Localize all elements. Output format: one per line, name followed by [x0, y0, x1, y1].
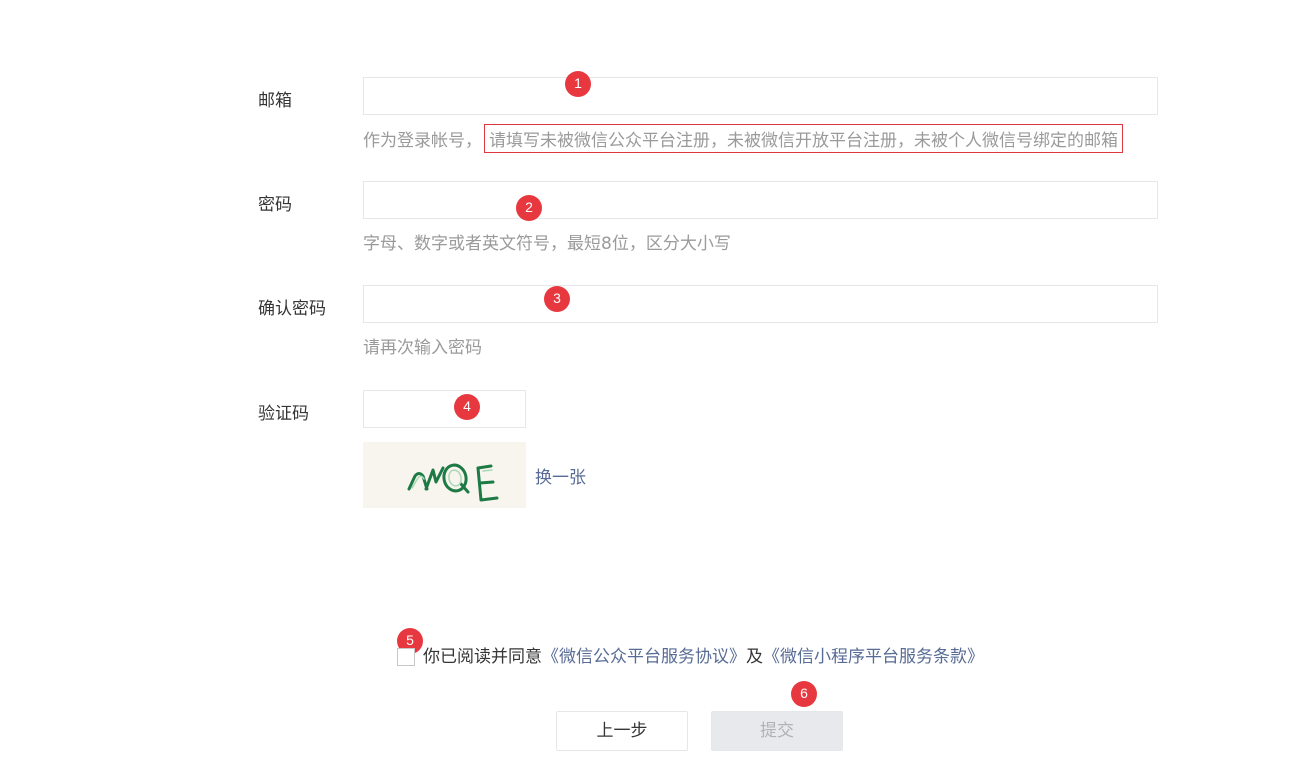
service-agreement-link[interactable]: 《微信公众平台服务协议》	[542, 647, 746, 667]
confirm-password-input[interactable]	[363, 285, 1158, 323]
agreement-text: 你已阅读并同意	[423, 647, 542, 667]
captcha-image[interactable]	[363, 442, 526, 508]
confirm-password-label: 确认密码	[258, 299, 326, 319]
captcha-glyphs	[407, 463, 499, 502]
confirm-password-hint: 请再次输入密码	[363, 338, 482, 358]
miniprogram-terms-link[interactable]: 《微信小程序平台服务条款》	[763, 647, 984, 667]
captcha-label: 验证码	[258, 404, 309, 424]
previous-step-button[interactable]: 上一步	[556, 711, 688, 751]
agreement-row: 你已阅读并同意《微信公众平台服务协议》及《微信小程序平台服务条款》	[397, 642, 984, 667]
annotation-badge-3: 3	[544, 286, 570, 312]
password-hint: 字母、数字或者英文符号，最短8位，区分大小写	[363, 234, 731, 254]
annotation-badge-4: 4	[454, 394, 480, 420]
captcha-refresh-link[interactable]: 换一张	[535, 463, 586, 488]
register-page: 邮箱 作为登录帐号， 请填写未被微信公众平台注册，未被微信开放平台注册，未被个人微…	[0, 0, 1305, 772]
annotation-badge-1: 1	[565, 71, 591, 97]
password-label: 密码	[258, 195, 292, 215]
email-hint: 作为登录帐号， 请填写未被微信公众平台注册，未被微信开放平台注册，未被个人微信号绑…	[363, 124, 1123, 153]
captcha-input[interactable]	[363, 390, 526, 428]
email-hint-highlight: 请填写未被微信公众平台注册，未被微信开放平台注册，未被个人微信号绑定的邮箱	[484, 124, 1123, 153]
annotation-badge-2: 2	[516, 195, 542, 221]
email-hint-prefix: 作为登录帐号，	[363, 131, 482, 151]
agreement-checkbox[interactable]	[397, 648, 415, 666]
email-input[interactable]	[363, 77, 1158, 115]
annotation-badge-6: 6	[791, 681, 817, 707]
email-label: 邮箱	[258, 91, 292, 111]
agreement-conjunction: 及	[746, 647, 763, 667]
password-input[interactable]	[363, 181, 1158, 219]
submit-button[interactable]: 提交	[711, 711, 843, 751]
